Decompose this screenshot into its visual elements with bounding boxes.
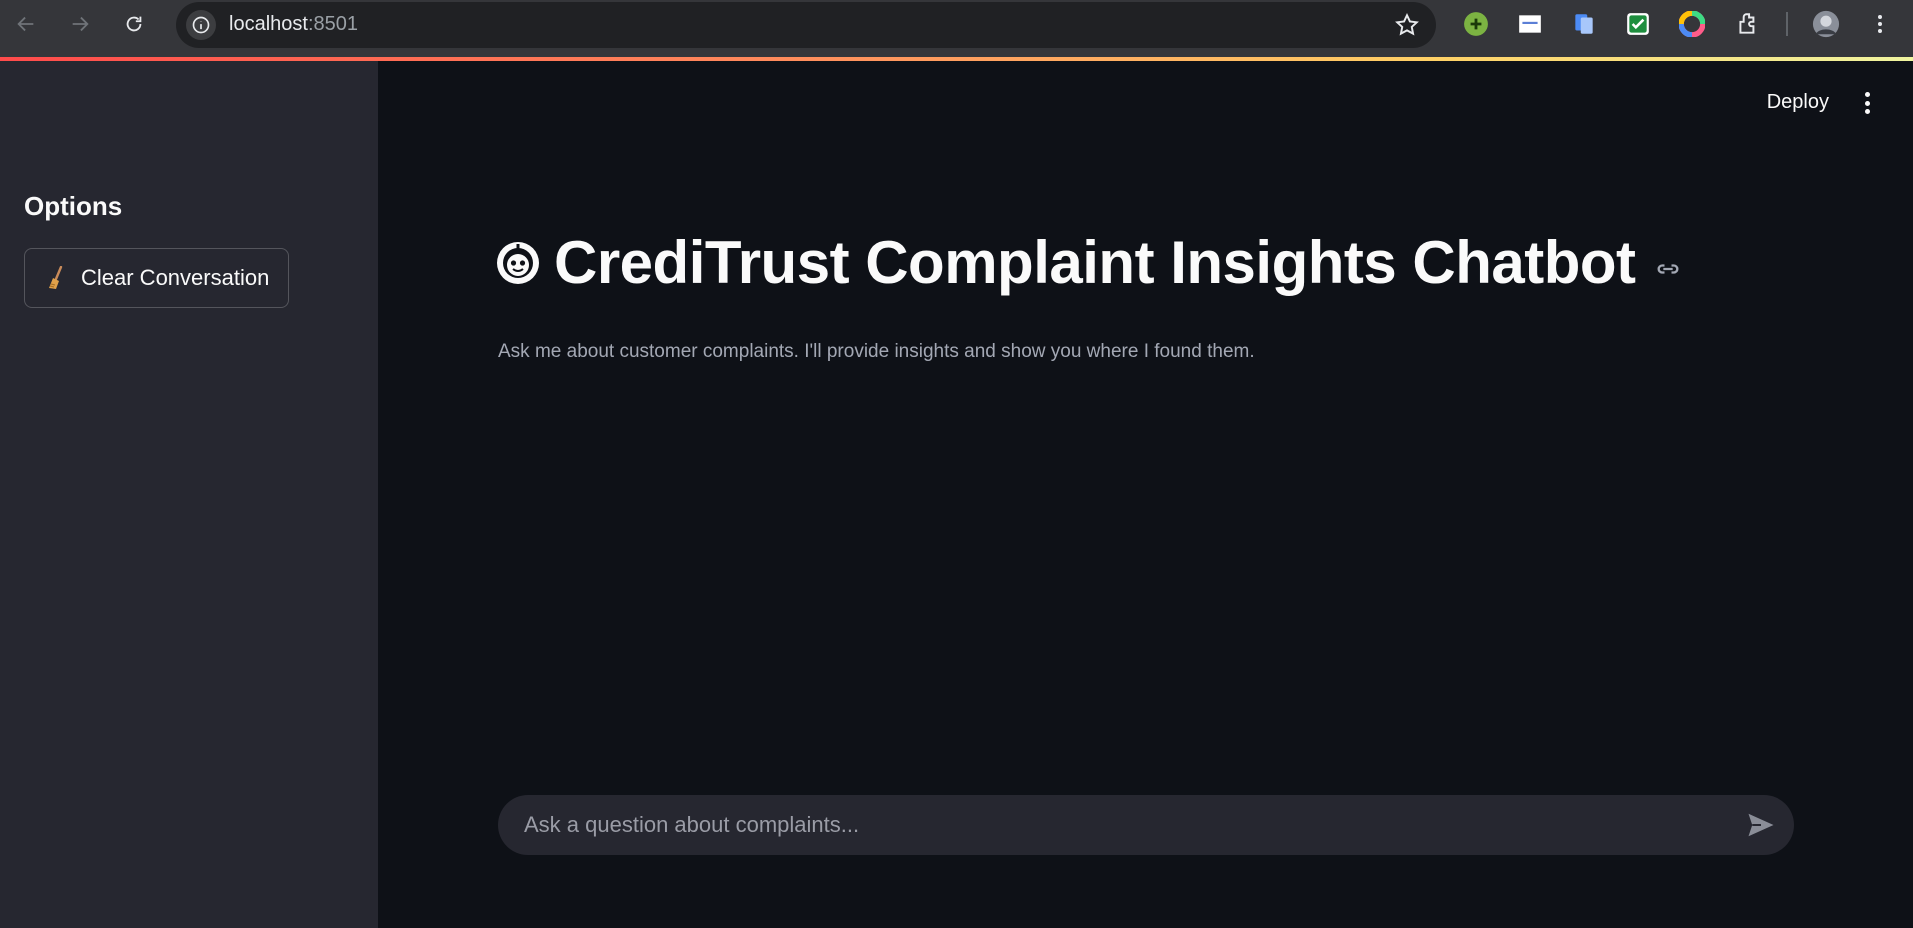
reload-button[interactable] [116, 6, 152, 42]
chat-input-container [498, 795, 1794, 855]
anchor-link-icon[interactable] [1654, 255, 1682, 283]
app-menu-icon[interactable] [1857, 89, 1877, 117]
page-title: CrediTrust Complaint Insights Chatbot [554, 229, 1636, 296]
back-button[interactable] [8, 6, 44, 42]
extension-plus-icon[interactable] [1462, 10, 1490, 38]
main-area: Deploy CrediTrust Complaint Insights Cha… [378, 61, 1913, 928]
clear-conversation-label: Clear Conversation [81, 265, 270, 290]
send-icon[interactable] [1746, 810, 1776, 840]
page-subtitle: Ask me about customer complaints. I'll p… [498, 341, 1255, 362]
sidebar-heading: Options [24, 191, 123, 221]
forward-button[interactable] [62, 6, 98, 42]
profile-avatar[interactable] [1812, 10, 1840, 38]
toolbar-divider [1786, 12, 1788, 36]
extension-doc-icon[interactable] [1516, 10, 1544, 38]
site-info-icon[interactable] [186, 10, 216, 40]
broom-icon [49, 266, 63, 289]
clear-conversation-button[interactable]: Clear Conversation [24, 248, 289, 308]
extension-files-icon[interactable] [1570, 10, 1598, 38]
address-bar[interactable]: localhost:8501 [176, 2, 1436, 48]
url-text: localhost:8501 [229, 13, 358, 35]
browser-toolbar: localhost:8501 [0, 0, 1913, 60]
bookmark-star-icon[interactable] [1394, 12, 1420, 38]
browser-menu-icon[interactable] [1866, 10, 1894, 38]
reload-icon [126, 16, 142, 32]
sidebar: Options Clear Conversation [0, 61, 378, 928]
page-title-row: CrediTrust Complaint Insights Chatbot [494, 233, 1682, 293]
deploy-button[interactable]: Deploy [1767, 91, 1829, 114]
extensions-icon[interactable] [1734, 10, 1762, 38]
extension-color-wheel-icon[interactable] [1678, 10, 1706, 38]
robot-icon [497, 242, 539, 284]
extension-check-icon[interactable] [1624, 10, 1652, 38]
chat-input[interactable] [524, 795, 1704, 855]
forward-icon [72, 16, 89, 32]
back-icon [17, 16, 34, 32]
